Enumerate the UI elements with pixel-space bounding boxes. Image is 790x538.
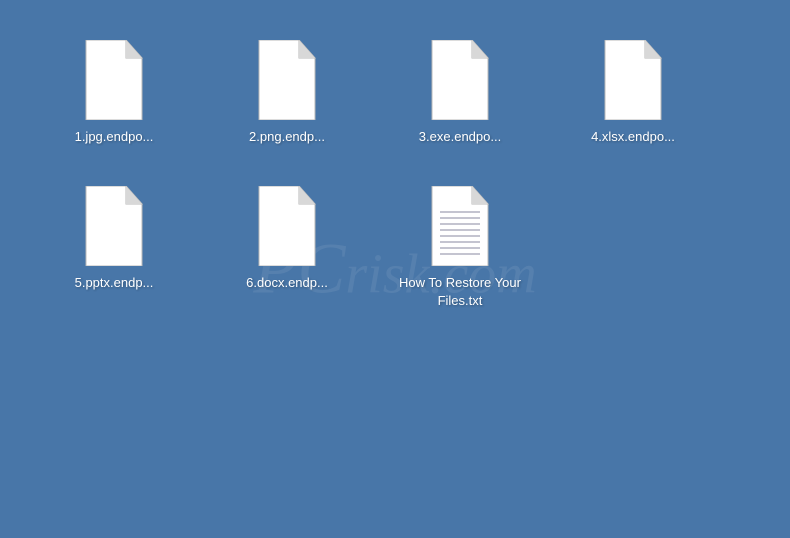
file-item[interactable]: 4.xlsx.endpo...: [569, 40, 697, 146]
file-item[interactable]: 6.docx.endp...: [223, 186, 351, 310]
file-item[interactable]: 1.jpg.endpo...: [50, 40, 178, 146]
file-label: 5.pptx.endp...: [75, 274, 154, 292]
file-label: 3.exe.endpo...: [419, 128, 501, 146]
file-label: How To Restore Your Files.txt: [396, 274, 524, 310]
desktop-icon-grid: 1.jpg.endpo... 2.png.endp... 3.exe.endpo…: [50, 40, 740, 311]
blank-file-icon: [82, 40, 146, 120]
blank-file-icon: [82, 186, 146, 266]
blank-file-icon: [601, 40, 665, 120]
file-label: 6.docx.endp...: [246, 274, 328, 292]
blank-file-icon: [428, 40, 492, 120]
file-label: 2.png.endp...: [249, 128, 325, 146]
file-item[interactable]: How To Restore Your Files.txt: [396, 186, 524, 310]
file-label: 1.jpg.endpo...: [75, 128, 154, 146]
file-label: 4.xlsx.endpo...: [591, 128, 675, 146]
blank-file-icon: [255, 40, 319, 120]
text-file-icon: [428, 186, 492, 266]
file-item[interactable]: 5.pptx.endp...: [50, 186, 178, 310]
file-item[interactable]: 3.exe.endpo...: [396, 40, 524, 146]
blank-file-icon: [255, 186, 319, 266]
file-item[interactable]: 2.png.endp...: [223, 40, 351, 146]
